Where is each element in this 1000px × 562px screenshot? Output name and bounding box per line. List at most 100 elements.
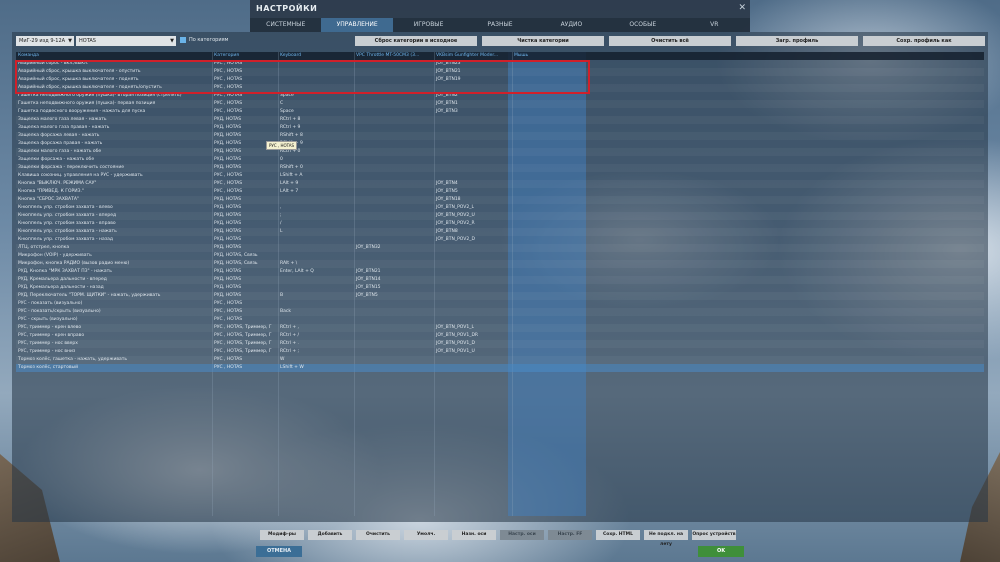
table-row[interactable]: Защелка форсажа правая - нажать РУД, HOTA… [16,140,984,148]
table-cell[interactable] [434,132,512,140]
table-cell[interactable] [512,228,590,236]
table-cell[interactable] [354,308,434,316]
table-cell[interactable]: Кнюппель упр. стробом захвата - влево [16,204,212,212]
table-cell[interactable] [512,332,590,340]
table-cell[interactable] [512,164,590,172]
table-cell[interactable] [354,260,434,268]
footer-button-7[interactable]: Сохр. HTML [596,530,640,540]
table-cell[interactable]: РУС , HOTAS [212,364,278,372]
table-cell[interactable]: JOY_BTN_POV2_U [434,212,512,220]
table-cell[interactable]: РУД, HOTAS [212,244,278,252]
table-cell[interactable]: Защелки форсажа - переключить состояние [16,164,212,172]
table-cell[interactable]: РУД, Кремальера дальности - назад [16,284,212,292]
table-cell[interactable]: Кнюппель упр. стробом захвата - вперед [16,212,212,220]
tab-1[interactable]: УПРАВЛЕНИЕ [321,18,393,32]
table-cell[interactable]: РУС, триммер - нос вниз [16,348,212,356]
table-cell[interactable] [512,348,590,356]
table-cell[interactable]: L [278,228,354,236]
table-cell[interactable]: JOY_BTN15 [354,284,434,292]
table-cell[interactable] [434,284,512,292]
tab-5[interactable]: ОСОБЫЕ [607,18,678,32]
table-cell[interactable] [278,252,354,260]
table-cell[interactable]: LAlt + 9 [278,180,354,188]
mode-select[interactable]: HOTAS ▼ [76,36,176,46]
table-cell[interactable]: РУД, HOTAS [212,220,278,228]
table-cell[interactable] [512,172,590,180]
table-cell[interactable]: РУД, HOTAS [212,156,278,164]
table-cell[interactable] [278,284,354,292]
table-cell[interactable]: JOY_BTN21 [354,268,434,276]
table-row[interactable]: Тормоз колёс, гашетка - нажать, удержива… [16,356,984,364]
table-cell[interactable]: RCtrl + , [278,324,354,332]
table-cell[interactable]: РУС , HOTAS [212,300,278,308]
table-row[interactable]: Клавиша союзниц. управления на РУС - уде… [16,172,984,180]
table-cell[interactable] [512,196,590,204]
table-cell[interactable]: JOY_BTN_POV1_L [434,324,512,332]
table-cell[interactable] [512,276,590,284]
table-cell[interactable] [354,124,434,132]
tab-2[interactable]: ИГРОВЫЕ [393,18,464,32]
table-cell[interactable]: JOY_BTN_POV2_L [434,204,512,212]
column-header-0[interactable]: Команда [16,52,212,60]
table-cell[interactable] [278,196,354,204]
table-cell[interactable]: JOY_BTN_POV1_U [434,348,512,356]
table-cell[interactable]: RCtrl + 8 [278,116,354,124]
table-cell[interactable] [434,300,512,308]
table-cell[interactable]: LShift + W [278,364,354,372]
table-cell[interactable]: РУД, HOTAS, Связь [212,260,278,268]
table-cell[interactable] [512,156,590,164]
table-row[interactable]: Кнопка "ПРИВЕД. К ГОРИЗ." РУС , HOTAS LAlt… [16,188,984,196]
table-cell[interactable]: РУС - показать (визуально) [16,300,212,308]
close-icon[interactable]: ✕ [738,3,746,13]
table-cell[interactable] [512,132,590,140]
table-cell[interactable] [512,260,590,268]
table-cell[interactable]: РУД, HOTAS [212,212,278,220]
table-cell[interactable] [354,356,434,364]
table-cell[interactable] [512,124,590,132]
table-cell[interactable] [434,164,512,172]
table-cell[interactable]: Защелка форсажа левая - нажать [16,132,212,140]
table-cell[interactable]: LAlt + 7 [278,188,354,196]
table-cell[interactable]: Back [278,308,354,316]
table-row[interactable]: РУС - показать/скрыть (визуально) РУС , H… [16,308,984,316]
table-cell[interactable]: РУД, Переключатель "ТОРМ. ЩИТКИ" - нажат… [16,292,212,300]
table-cell[interactable] [512,292,590,300]
toolbar-button-3[interactable]: Загр. профиль [736,36,858,46]
table-cell[interactable] [278,244,354,252]
table-cell[interactable] [354,212,434,220]
table-cell[interactable]: РУД, HOTAS [212,228,278,236]
tab-6[interactable]: VR [679,18,750,32]
table-cell[interactable] [354,316,434,324]
table-cell[interactable]: РУД, HOTAS [212,292,278,300]
table-cell[interactable]: JOY_BTN3 [434,108,512,116]
table-cell[interactable]: РУС , HOTAS [212,316,278,324]
table-cell[interactable]: Кнопка "ВЫКЛЮЧ. РЕЖИМА САУ" [16,180,212,188]
cancel-button[interactable]: ОТМЕНА [256,546,302,557]
table-cell[interactable] [354,132,434,140]
table-cell[interactable]: РУД, HOTAS [212,196,278,204]
table-row[interactable]: Кнюппель упр. стробом захвата - нажать РУ… [16,228,984,236]
table-cell[interactable] [354,236,434,244]
table-cell[interactable] [512,324,590,332]
table-cell[interactable] [512,364,590,372]
table-cell[interactable] [434,268,512,276]
table-cell[interactable]: JOY_BTN1 [434,100,512,108]
table-row[interactable]: ЛТЦ, отстрел, кнопка РУД, HOTAS JOY_BTN32 [16,244,984,252]
table-cell[interactable] [512,212,590,220]
table-cell[interactable]: РУД, HOTAS [212,116,278,124]
table-cell[interactable]: РУД, HOTAS [212,268,278,276]
table-cell[interactable]: РУД, HOTAS [212,204,278,212]
table-cell[interactable]: РУС , HOTAS [212,308,278,316]
table-cell[interactable]: RShift + 0 [278,164,354,172]
table-cell[interactable]: JOY_BTN_POV2_D [434,236,512,244]
table-cell[interactable]: RCtrl + . [278,340,354,348]
table-cell[interactable]: РУС , HOTAS [212,108,278,116]
table-cell[interactable]: Кнопка "СБРОС ЗАХВАТА" [16,196,212,204]
table-cell[interactable] [434,292,512,300]
table-cell[interactable] [354,172,434,180]
table-cell[interactable] [512,220,590,228]
table-cell[interactable] [512,108,590,116]
table-cell[interactable] [512,236,590,244]
table-cell[interactable]: / [278,220,354,228]
table-row[interactable]: РУС, триммер - нос вверх РУС , HOTAS, Три… [16,340,984,348]
